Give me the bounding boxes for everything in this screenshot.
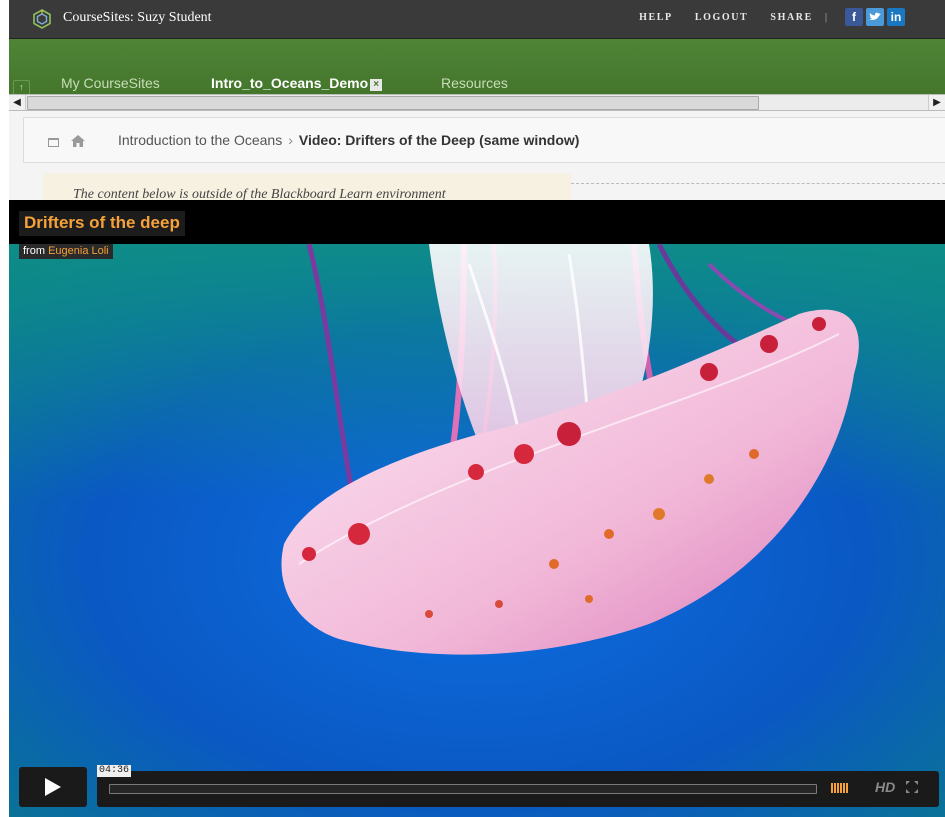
- tab-my-coursesites[interactable]: My CourseSites: [61, 75, 160, 91]
- control-bar: HD: [97, 771, 939, 807]
- home-icon[interactable]: [70, 134, 86, 148]
- scrollbar-thumb[interactable]: [27, 96, 759, 110]
- play-button[interactable]: [19, 767, 87, 807]
- play-icon: [45, 778, 61, 796]
- timecode-display: 04:36: [97, 765, 132, 777]
- breadcrumb-parent-link[interactable]: Introduction to the Oceans: [118, 132, 282, 148]
- fullscreen-icon[interactable]: [905, 780, 919, 794]
- course-tab-bar: ↑ My CourseSites Intro_to_Oceans_Demo × R…: [9, 39, 945, 95]
- close-tab-icon[interactable]: ×: [370, 79, 383, 91]
- video-controls: HD 04:36: [19, 765, 939, 807]
- content-area: Introduction to the Oceans › Video: Drifte…: [9, 111, 945, 202]
- logout-link[interactable]: LOGOUT: [695, 12, 749, 23]
- progress-track[interactable]: [109, 784, 817, 794]
- video-title-box[interactable]: Drifters of the deep: [19, 211, 185, 236]
- video-player[interactable]: Drifters of the deep from Eugenia Loli H…: [9, 200, 945, 817]
- breadcrumb: Introduction to the Oceans › Video: Drifte…: [23, 117, 945, 163]
- from-label: from: [23, 245, 45, 257]
- external-content-notice: The content below is outside of the Blac…: [43, 173, 571, 202]
- coursesites-logo-icon: [33, 9, 51, 29]
- tab-intro-to-oceans-demo[interactable]: Intro_to_Oceans_Demo ×: [211, 75, 383, 91]
- video-author-link[interactable]: Eugenia Loli: [48, 245, 109, 257]
- social-share-icons: f in: [845, 8, 905, 26]
- facebook-icon[interactable]: f: [845, 8, 863, 26]
- hd-toggle-button[interactable]: HD: [875, 779, 895, 795]
- video-frame-jellyfish[interactable]: [9, 244, 945, 817]
- browser-frame: CourseSites: Suzy Student HELP LOGOUT SH…: [9, 0, 945, 817]
- scroll-right-arrow-icon[interactable]: ▶: [928, 95, 945, 110]
- window-toggle-icon[interactable]: [48, 138, 59, 147]
- tab-resources[interactable]: Resources: [441, 75, 508, 91]
- share-separator: |: [824, 12, 827, 23]
- tab-label: Intro_to_Oceans_Demo: [211, 75, 369, 91]
- pin-icon[interactable]: ↑: [13, 80, 30, 95]
- divider: [571, 183, 945, 184]
- breadcrumb-separator: ›: [288, 132, 293, 148]
- linkedin-icon[interactable]: in: [887, 8, 905, 26]
- video-byline: from Eugenia Loli: [19, 244, 113, 259]
- breadcrumb-current: Video: Drifters of the Deep (same window…: [298, 132, 580, 148]
- horizontal-scrollbar[interactable]: ◀ ▶: [9, 94, 945, 111]
- volume-icon[interactable]: [831, 783, 848, 793]
- twitter-icon[interactable]: [866, 8, 884, 26]
- header-links: HELP LOGOUT SHARE |: [621, 12, 827, 23]
- top-header-bar: CourseSites: Suzy Student HELP LOGOUT SH…: [9, 0, 945, 39]
- breadcrumb-trail: Introduction to the Oceans › Video: Drifte…: [118, 132, 579, 148]
- scroll-left-arrow-icon[interactable]: ◀: [9, 95, 26, 110]
- help-link[interactable]: HELP: [639, 12, 673, 23]
- site-title: CourseSites: Suzy Student: [63, 10, 212, 25]
- video-title[interactable]: Drifters of the deep: [24, 213, 180, 232]
- share-label: SHARE: [770, 12, 813, 23]
